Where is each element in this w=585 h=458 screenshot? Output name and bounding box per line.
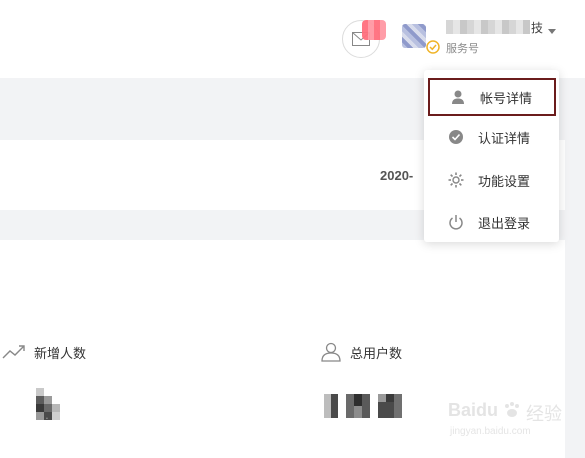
menu-item-account-details[interactable]: 帐号详情 [428, 78, 556, 116]
chevron-down-icon[interactable] [548, 29, 556, 34]
unread-badge [362, 20, 386, 40]
menu-item-label: 功能设置 [478, 174, 531, 190]
menu-item-label: 退出登录 [478, 216, 531, 232]
check-circle-icon [448, 129, 464, 145]
watermark-url: jingyan.baidu.com [450, 426, 531, 437]
account-dropdown: 帐号详情 认证详情 功能设置 退出登录 [424, 70, 559, 242]
trend-icon [2, 345, 25, 359]
power-icon [448, 214, 464, 230]
stat-value-total-users: 102 [322, 390, 408, 422]
account-name-suffix: 技 [531, 21, 544, 35]
stat-label-total-users: 总用户数 [350, 347, 403, 362]
watermark-cn: 经验 [526, 404, 562, 424]
watermark: Baidu 经验 jingyan.baidu.com [446, 398, 582, 440]
menu-item-settings[interactable]: 功能设置 [428, 161, 556, 199]
verified-icon [426, 40, 440, 54]
date-text: 2020- [380, 168, 414, 183]
account-name-redacted [446, 20, 530, 34]
paw-icon [505, 402, 519, 417]
menu-item-verification-details[interactable]: 认证详情 [428, 118, 556, 156]
user-icon [450, 89, 466, 105]
stat-label-new-users: 新增人数 [34, 347, 87, 362]
avatar[interactable] [402, 24, 426, 48]
user-outline-icon [321, 342, 341, 362]
page: 技 服务号 2020- 新增人数 6 总用户数 102 帐号详情 认证详情 功能… [0, 0, 585, 458]
top-header: 技 服务号 [0, 0, 585, 78]
menu-item-label: 帐号详情 [480, 91, 533, 107]
account-type: 服务号 [446, 42, 479, 55]
menu-item-logout[interactable]: 退出登录 [428, 203, 556, 241]
watermark-brand: Baidu [448, 400, 499, 420]
menu-item-label: 认证详情 [478, 131, 531, 147]
stat-value-new-users: 6 [30, 386, 64, 422]
gear-icon [448, 172, 464, 188]
